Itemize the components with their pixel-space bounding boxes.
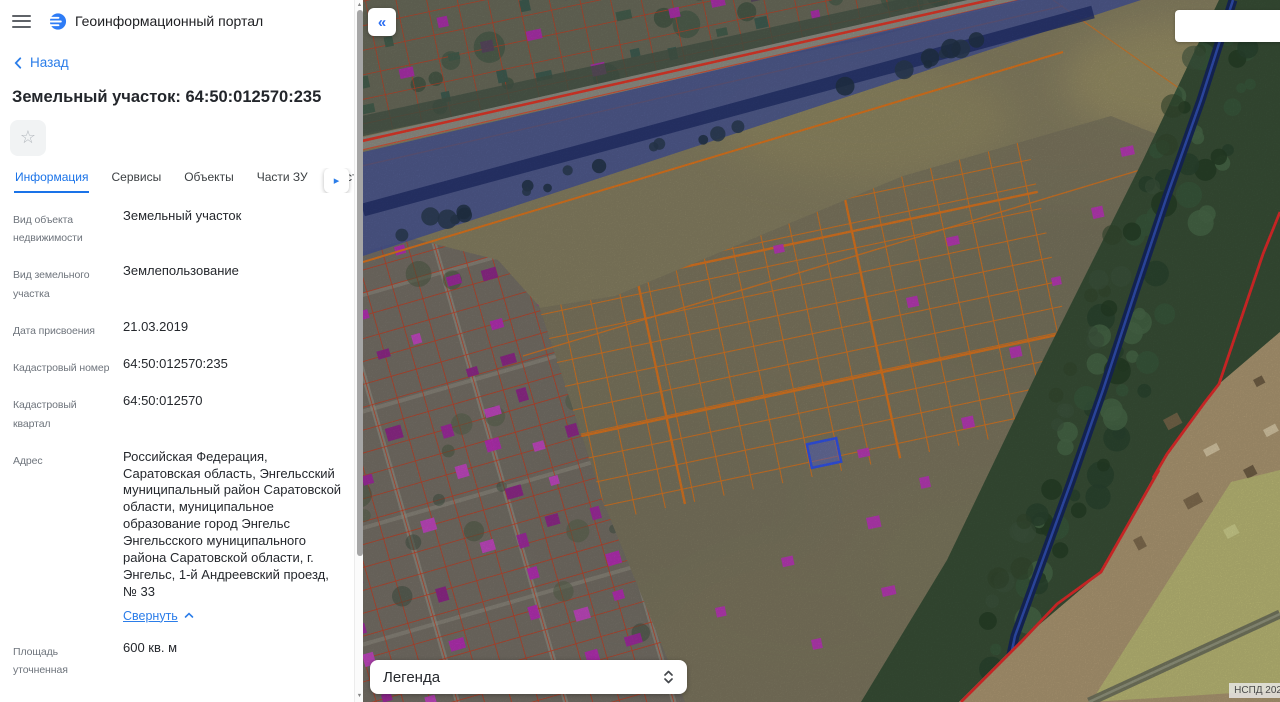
scroll-up-icon[interactable]: ▲ xyxy=(355,2,364,8)
app-header: Геоинформационный портал xyxy=(0,0,354,42)
field-row: Вид земельного участка Землепользование xyxy=(13,263,239,301)
back-label: Назад xyxy=(30,55,69,70)
chevron-right-icon: ▸ xyxy=(333,174,340,187)
field-row-address: Адрес Российская Федерация, Саратовская … xyxy=(13,448,342,624)
star-icon: ☆ xyxy=(19,127,37,147)
field-row: Кадастровый квартал 64:50:012570 xyxy=(13,392,203,430)
favorite-star-button[interactable]: ☆ xyxy=(10,119,46,156)
tabs-scroll-right-button[interactable]: ▸ xyxy=(324,167,349,193)
legend-label: Легенда xyxy=(383,668,441,686)
nspd-watermark: НСПД 202 xyxy=(1229,683,1280,698)
field-row: Дата присвоения 21.03.2019 xyxy=(13,319,189,338)
field-row: Кадастровый номер 64:50:012570:235 xyxy=(13,355,228,374)
tab-services[interactable]: Сервисы xyxy=(110,168,162,193)
tab-parcel-parts[interactable]: Части ЗУ xyxy=(256,168,309,193)
legend-bar[interactable]: Легенда xyxy=(370,660,687,694)
satellite-basemap xyxy=(363,0,1280,702)
chevron-left-icon xyxy=(14,56,22,69)
app-title: Геоинформационный портал xyxy=(75,13,264,29)
page-title: Земельный участок: 64:50:012570:235 xyxy=(12,87,322,106)
chevron-up-icon xyxy=(184,612,194,619)
field-row: Вид объекта недвижимости Земельный участ… xyxy=(13,207,242,245)
back-link[interactable]: Назад xyxy=(14,55,69,70)
tab-information[interactable]: Информация xyxy=(14,168,90,193)
panel-scrollbar[interactable]: ▲ ▼ xyxy=(354,0,363,702)
address-value: Российская Федерация, Саратовская област… xyxy=(123,448,342,599)
menu-icon[interactable] xyxy=(12,14,31,28)
info-panel: Геоинформационный портал Назад Земельный… xyxy=(0,0,363,702)
map-canvas[interactable]: « Легенда НСПД 202 xyxy=(363,0,1280,702)
double-chevron-left-icon: « xyxy=(377,13,387,31)
field-row: Площадь уточненная 600 кв. м xyxy=(13,639,178,677)
tab-bar: Информация Сервисы Объекты Части ЗУ Сост… xyxy=(0,167,354,193)
panel-collapse-button[interactable]: « xyxy=(368,8,396,36)
scrollbar-thumb[interactable] xyxy=(356,10,363,556)
chevron-up-down-icon xyxy=(664,670,673,684)
tab-objects[interactable]: Объекты xyxy=(183,168,235,193)
field-row: Площадь декларированная - xyxy=(0,695,354,702)
scroll-down-icon[interactable]: ▼ xyxy=(355,693,364,699)
address-collapse-link[interactable]: Свернуть xyxy=(123,608,194,624)
search-box[interactable] xyxy=(1175,10,1280,42)
app-logo-icon xyxy=(48,12,67,31)
attributes-list: Вид объекта недвижимости Земельный участ… xyxy=(0,208,354,702)
